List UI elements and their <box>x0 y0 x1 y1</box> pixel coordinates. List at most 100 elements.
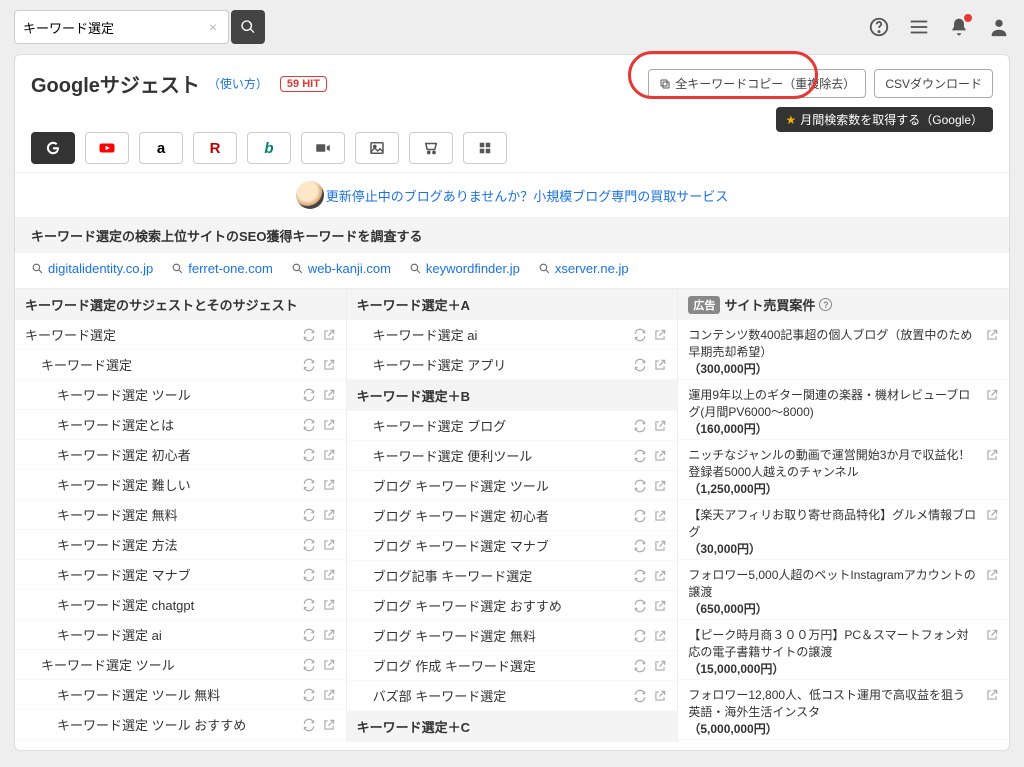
search-input[interactable] <box>14 10 229 44</box>
keyword-row[interactable]: キーワード選定 ai <box>347 320 678 350</box>
refresh-icon[interactable] <box>302 568 316 582</box>
open-icon[interactable] <box>985 388 999 402</box>
refresh-icon[interactable] <box>302 598 316 612</box>
open-icon[interactable] <box>653 659 667 673</box>
keyword-row[interactable]: キーワード選定 ツール おすすめ <box>15 710 346 740</box>
open-icon[interactable] <box>653 358 667 372</box>
open-icon[interactable] <box>653 479 667 493</box>
refresh-icon[interactable] <box>633 659 647 673</box>
keyword-row[interactable]: ブログ キーワード選定 ツール <box>347 471 678 501</box>
clear-icon[interactable]: × <box>209 19 217 35</box>
keyword-row[interactable]: キーワード選定 難しい <box>15 470 346 500</box>
refresh-icon[interactable] <box>633 328 647 342</box>
tab-bing[interactable]: b <box>247 132 291 164</box>
open-icon[interactable] <box>985 568 999 582</box>
sale-item[interactable]: ニッチなジャンルの動画で運営開始3か月で収益化！登録者5000人越えのチャンネル… <box>678 440 1009 500</box>
open-icon[interactable] <box>985 448 999 462</box>
refresh-icon[interactable] <box>302 328 316 342</box>
keyword-row[interactable]: ブログ 作成 キーワード選定 <box>347 651 678 681</box>
sale-item[interactable]: 【ピーク時月商３００万円】PC＆スマートフォン対応の電子書籍サイトの譲渡（15,… <box>678 620 1009 680</box>
keyword-row[interactable]: キーワード選定 <box>15 350 346 380</box>
keyword-row[interactable]: キーワード選定 マナブ <box>15 560 346 590</box>
refresh-icon[interactable] <box>633 689 647 703</box>
open-icon[interactable] <box>322 508 336 522</box>
sale-item[interactable]: フォロワー5,000人超のペットInstagramアカウントの譲渡（650,00… <box>678 560 1009 620</box>
refresh-icon[interactable] <box>302 478 316 492</box>
refresh-icon[interactable] <box>302 508 316 522</box>
open-icon[interactable] <box>653 569 667 583</box>
refresh-icon[interactable] <box>302 658 316 672</box>
refresh-icon[interactable] <box>302 538 316 552</box>
keyword-row[interactable]: キーワード選定 <box>15 320 346 350</box>
open-icon[interactable] <box>322 358 336 372</box>
refresh-icon[interactable] <box>633 449 647 463</box>
open-icon[interactable] <box>322 388 336 402</box>
keyword-row[interactable]: ブログ キーワード選定 初心者 <box>347 501 678 531</box>
tab-youtube[interactable] <box>85 132 129 164</box>
open-icon[interactable] <box>653 599 667 613</box>
open-icon[interactable] <box>322 418 336 432</box>
open-icon[interactable] <box>653 509 667 523</box>
bell-icon[interactable] <box>948 16 970 38</box>
info-icon[interactable]: ? <box>819 298 832 311</box>
sale-item[interactable]: 【楽天アフィリお取り寄せ商品特化】グルメ情報ブログ（30,000円） <box>678 500 1009 560</box>
open-icon[interactable] <box>322 328 336 342</box>
tab-shopping[interactable] <box>409 132 453 164</box>
refresh-icon[interactable] <box>302 628 316 642</box>
keyword-row[interactable]: キーワード選定 便利ツール <box>347 441 678 471</box>
open-icon[interactable] <box>322 568 336 582</box>
open-icon[interactable] <box>653 328 667 342</box>
open-icon[interactable] <box>653 419 667 433</box>
keyword-row[interactable]: ブログ キーワード選定 マナブ <box>347 531 678 561</box>
keyword-row[interactable]: キーワード選定 アプリ <box>347 350 678 380</box>
keyword-row[interactable]: キーワード選定 ツール <box>15 650 346 680</box>
open-icon[interactable] <box>322 598 336 612</box>
tab-google[interactable] <box>31 132 75 164</box>
open-icon[interactable] <box>322 718 336 732</box>
open-icon[interactable] <box>322 478 336 492</box>
refresh-icon[interactable] <box>633 539 647 553</box>
keyword-row[interactable]: キーワード選定 ブログ <box>347 411 678 441</box>
keyword-row[interactable]: キーワード選定 ツール 無料 <box>15 680 346 710</box>
tab-rakuten[interactable]: R <box>193 132 237 164</box>
keyword-row[interactable]: キーワード選定 chatgpt <box>15 590 346 620</box>
refresh-icon[interactable] <box>302 388 316 402</box>
seo-site-link[interactable]: xserver.ne.jp <box>538 261 629 276</box>
seo-site-link[interactable]: digitalidentity.co.jp <box>31 261 153 276</box>
sale-item[interactable]: 運用9年以上のギター関連の楽器・機材レビューブログ(月間PV6000〜8000)… <box>678 380 1009 440</box>
help-icon[interactable] <box>868 16 890 38</box>
seo-site-link[interactable]: ferret-one.com <box>171 261 273 276</box>
open-icon[interactable] <box>322 688 336 702</box>
refresh-icon[interactable] <box>633 629 647 643</box>
refresh-icon[interactable] <box>302 718 316 732</box>
refresh-icon[interactable] <box>633 358 647 372</box>
keyword-row[interactable]: キーワード選定 初心者 <box>15 440 346 470</box>
refresh-icon[interactable] <box>633 479 647 493</box>
tab-image[interactable] <box>355 132 399 164</box>
refresh-icon[interactable] <box>633 599 647 613</box>
keyword-row[interactable]: キーワード選定 ai <box>15 620 346 650</box>
sale-item[interactable]: コンテンツ数400記事超の個人ブログ（放置中のため早期売却希望）（300,000… <box>678 320 1009 380</box>
tab-microsoft[interactable] <box>463 132 507 164</box>
promo-link[interactable]: 更新停止中のブログありませんか？小規模ブログ専門の買取サービス <box>326 186 729 205</box>
open-icon[interactable] <box>985 508 999 522</box>
keyword-row[interactable]: ブログ キーワード選定 無料 <box>347 621 678 651</box>
keyword-row[interactable]: バズ部 キーワード選定 <box>347 681 678 711</box>
open-icon[interactable] <box>322 538 336 552</box>
open-icon[interactable] <box>653 629 667 643</box>
tab-amazon[interactable]: a <box>139 132 183 164</box>
open-icon[interactable] <box>653 689 667 703</box>
keyword-row[interactable]: ブログ記事 キーワード選定 <box>347 561 678 591</box>
refresh-icon[interactable] <box>302 358 316 372</box>
keyword-row[interactable]: キーワード選定 ツール <box>15 380 346 410</box>
user-icon[interactable] <box>988 16 1010 38</box>
refresh-icon[interactable] <box>302 448 316 462</box>
keyword-row[interactable]: キーワード選定 方法 <box>15 530 346 560</box>
refresh-icon[interactable] <box>633 509 647 523</box>
howto-link[interactable]: （使い方） <box>208 75 268 92</box>
open-icon[interactable] <box>322 448 336 462</box>
keyword-row[interactable]: キーワード選定とは <box>15 410 346 440</box>
open-icon[interactable] <box>322 658 336 672</box>
open-icon[interactable] <box>985 628 999 642</box>
open-icon[interactable] <box>985 688 999 702</box>
